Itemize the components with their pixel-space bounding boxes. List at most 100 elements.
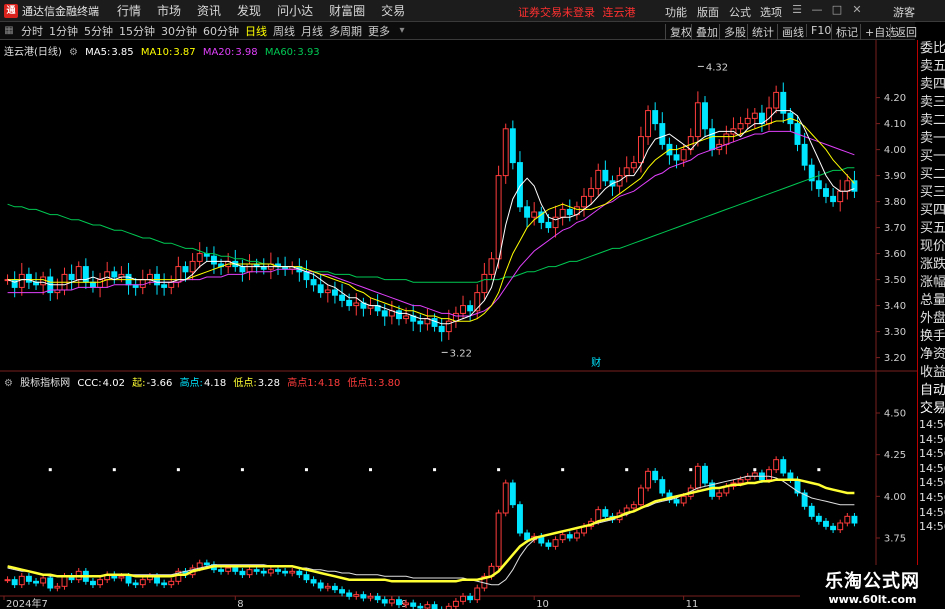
menu-discover[interactable]: 发现 [229,2,269,19]
grid-icon[interactable]: ▦ [2,24,16,38]
y-tick-label: 3.20 [884,353,906,364]
sub-candle [410,599,417,609]
menu-news[interactable]: 资讯 [189,2,229,19]
candle [460,295,466,319]
low-annotation-label: 3.22 [450,348,472,359]
stock-link[interactable]: 连云港 [603,6,636,19]
side-volume[interactable]: 总量 [918,292,945,310]
sub-candle [517,501,523,537]
indicator-settings-icon[interactable]: ⚙ [4,378,13,389]
side-change-pct[interactable]: 涨幅 [918,274,945,292]
chevron-down-icon[interactable]: ▾ [395,24,409,38]
candle-body [431,318,438,327]
side-bid2[interactable]: 买二 [918,166,945,184]
sub-candle [104,571,111,583]
side-auto[interactable]: 自动 [918,382,945,400]
menu-icon[interactable]: ☰ [790,3,804,17]
candle [837,179,844,212]
side-turnover[interactable]: 换手 [918,328,945,346]
ccc-line [7,478,855,583]
sub-candle [851,513,858,527]
menu-ask-xiaoda[interactable]: 问小达 [269,2,321,19]
period-timeshare[interactable]: 分时 [18,23,46,39]
tool-statistics[interactable]: 统计 [747,24,774,40]
menu-function[interactable]: 功能 [665,4,687,20]
side-ask4[interactable]: 卖四 [918,76,945,94]
tool-mark[interactable]: 标记 [831,24,858,40]
menu-layout[interactable]: 版面 [697,4,719,20]
candle-body [40,276,47,286]
candle [609,175,616,196]
ma10-line [7,117,855,322]
candle-body [438,325,445,333]
candle [303,260,310,288]
period-monthly[interactable]: 月线 [298,23,326,39]
menu-formula[interactable]: 公式 [729,4,751,20]
chart-area[interactable]: 3.20 3.30 3.40 3.50 3.60 3.70 3.80 3.90 4.00 4.10… [0,40,917,609]
side-outer[interactable]: 外盘 [918,310,945,328]
candle [97,272,104,298]
candle-body [694,102,701,138]
period-more[interactable]: 更多 [365,23,393,39]
menu-quotes[interactable]: 行情 [109,2,149,19]
ccc-value: 4.02 [102,378,125,389]
side-earnings[interactable]: 收益 [918,364,945,382]
period-1min[interactable]: 1分钟 [46,23,81,39]
period-30min[interactable]: 30分钟 [158,23,200,39]
tool-adjust[interactable]: 复权 [665,24,692,40]
side-ask1[interactable]: 卖一 [918,130,945,148]
side-trade[interactable]: 交易 [918,400,945,418]
settings-icon[interactable]: ⚙ [69,47,78,58]
candle [61,267,68,296]
side-price[interactable]: 现价 [918,238,945,256]
minimize-icon[interactable]: — [810,3,824,17]
period-15min[interactable]: 15分钟 [116,23,158,39]
sub-candle-body [645,470,652,489]
period-5min[interactable]: 5分钟 [81,23,116,39]
menu-trade[interactable]: 交易 [373,2,413,19]
menu-options[interactable]: 选项 [760,4,782,20]
candle-body [246,263,253,273]
close-icon[interactable]: ✕ [850,3,864,17]
sub-candle-body [47,577,54,589]
menu-wealth-circle[interactable]: 财富圈 [321,2,373,19]
chart-canvas[interactable]: 3.20 3.30 3.40 3.50 3.60 3.70 3.80 3.90 4.00 4.10… [0,40,917,609]
sub-candle-body [396,599,402,606]
side-net-assets[interactable]: 净资 [918,346,945,364]
sub-candle [417,603,424,609]
tool-overlay[interactable]: 叠加 [691,24,718,40]
tool-multi-stock[interactable]: 多股 [719,24,746,40]
side-bid4[interactable]: 买四 [918,202,945,220]
sub-candle [97,576,104,588]
candle-body [502,128,509,177]
user-guest[interactable]: 游客 [893,4,915,20]
quote-side-panel: 委比 卖五 卖四 卖三 卖二 卖一 买一 买二 买三 买四 买五 现价 涨跌 涨… [917,40,945,609]
tool-draw[interactable]: 画线 [777,24,804,40]
signal-dot [369,468,373,472]
period-daily[interactable]: 日线 [242,23,270,39]
maximize-icon[interactable]: □ [830,3,844,17]
sub-candle [289,568,296,577]
menu-market[interactable]: 市场 [149,2,189,19]
candle-body [595,169,602,190]
period-weekly[interactable]: 周线 [270,23,298,39]
side-bid1[interactable]: 买一 [918,148,945,166]
period-60min[interactable]: 60分钟 [200,23,242,39]
tool-back[interactable]: 返回 [890,24,917,40]
sub-candle-body [374,595,381,601]
side-bid-ratio[interactable]: 委比 [918,40,945,58]
signal-dot [625,468,629,472]
tool-f10[interactable]: F10 [806,24,831,37]
side-ask2[interactable]: 卖二 [918,112,945,130]
side-bid5[interactable]: 买五 [918,220,945,238]
side-ask3[interactable]: 卖三 [918,94,945,112]
candle [410,304,417,332]
side-change[interactable]: 涨跌 [918,256,945,274]
side-bid3[interactable]: 买三 [918,184,945,202]
sub-candle [602,506,609,520]
period-multi[interactable]: 多周期 [326,23,365,39]
x-tick-label: 2024年7 [6,597,48,609]
side-ask5[interactable]: 卖五 [918,58,945,76]
login-warning[interactable]: 证券交易未登录 连云港 [518,4,636,20]
sub-candle-body [602,509,609,517]
